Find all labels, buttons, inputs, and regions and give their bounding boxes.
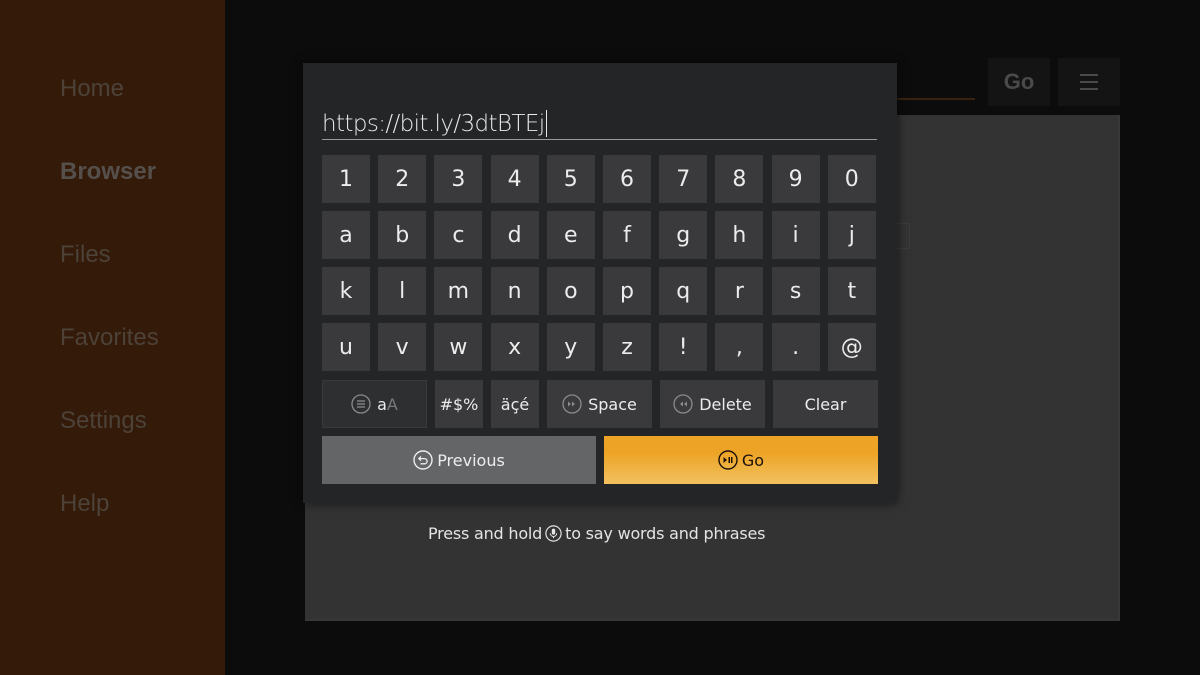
menu-circle-icon [351,394,371,414]
fast-forward-circle-icon [562,394,582,414]
key-3-7[interactable]: q [659,267,708,315]
browser-go-button[interactable]: Go [988,58,1050,106]
go-label: Go [741,450,765,470]
key-2-6[interactable]: f [603,211,651,259]
sidebar-item-help[interactable]: Help [60,490,109,518]
key-3-3[interactable]: m [434,267,483,315]
back-circle-icon [413,450,433,470]
key-4-1[interactable]: u [322,323,370,371]
key-3-9[interactable]: s [771,267,820,315]
key-1-4[interactable]: 4 [490,155,539,203]
key-1-5[interactable]: 5 [546,155,595,203]
key-1-2[interactable]: 2 [378,155,427,203]
go-button[interactable]: Go [604,436,878,484]
delete-key[interactable]: Delete [660,380,765,428]
previous-label: Previous [437,450,505,470]
key-1-10[interactable]: 0 [827,155,876,203]
background-input-edge [896,223,910,249]
url-input-value: https://bit.ly/3dtBTEj [322,110,547,137]
rewind-circle-icon [673,394,693,414]
key-1-7[interactable]: 7 [659,155,708,203]
shift-key[interactable]: aA [322,380,427,428]
key-4-6[interactable]: z [603,323,651,371]
delete-label: Delete [699,394,752,414]
sidebar-item-settings[interactable]: Settings [60,407,147,435]
sidebar: Home Browser Files Favorites Settings He… [0,0,225,675]
key-3-2[interactable]: l [378,267,427,315]
key-4-3[interactable]: w [434,323,483,371]
shift-label-lower: a [377,394,387,414]
play-pause-circle-icon [718,450,738,470]
accents-key[interactable]: äçé [491,380,539,428]
sidebar-item-browser[interactable]: Browser [60,158,156,186]
previous-button[interactable]: Previous [322,436,596,484]
key-1-3[interactable]: 3 [434,155,483,203]
url-input[interactable]: https://bit.ly/3dtBTEj [322,105,877,140]
key-4-4[interactable]: x [490,323,539,371]
key-3-5[interactable]: o [546,267,595,315]
key-2-10[interactable]: j [827,211,876,259]
space-label: Space [588,394,637,414]
clear-key[interactable]: Clear [773,380,878,428]
key-4-2[interactable]: v [378,323,427,371]
sidebar-item-home[interactable]: Home [60,75,124,103]
key-3-6[interactable]: p [603,267,651,315]
url-bar-underline [896,98,975,100]
key-3-4[interactable]: n [490,267,539,315]
browser-menu-button[interactable] [1058,58,1120,106]
key-2-7[interactable]: g [659,211,708,259]
key-1-6[interactable]: 6 [603,155,651,203]
key-2-8[interactable]: h [715,211,764,259]
key-3-8[interactable]: r [715,267,764,315]
text-caret [545,110,547,137]
key-4-9[interactable]: . [771,323,820,371]
key-2-9[interactable]: i [771,211,820,259]
key-4-10[interactable]: @ [827,323,876,371]
key-3-10[interactable]: t [827,267,876,315]
key-2-2[interactable]: b [378,211,427,259]
key-4-5[interactable]: y [546,323,595,371]
shift-label-upper: A [386,394,398,414]
keyboard-dialog: https://bit.ly/3dtBTEj 1234567890abcdefg… [303,63,897,503]
sidebar-item-favorites[interactable]: Favorites [60,324,159,352]
key-2-1[interactable]: a [322,211,370,259]
key-4-8[interactable]: , [715,323,764,371]
space-key[interactable]: Space [547,380,652,428]
key-2-3[interactable]: c [434,211,483,259]
hamburger-menu-icon [1080,69,1098,95]
key-4-7[interactable]: ! [659,323,708,371]
symbols-key[interactable]: #$% [435,380,483,428]
key-1-1[interactable]: 1 [322,155,370,203]
key-3-1[interactable]: k [322,267,370,315]
key-2-5[interactable]: e [546,211,595,259]
sidebar-item-files[interactable]: Files [60,241,111,269]
key-1-9[interactable]: 9 [771,155,820,203]
key-1-8[interactable]: 8 [715,155,764,203]
key-2-4[interactable]: d [490,211,539,259]
